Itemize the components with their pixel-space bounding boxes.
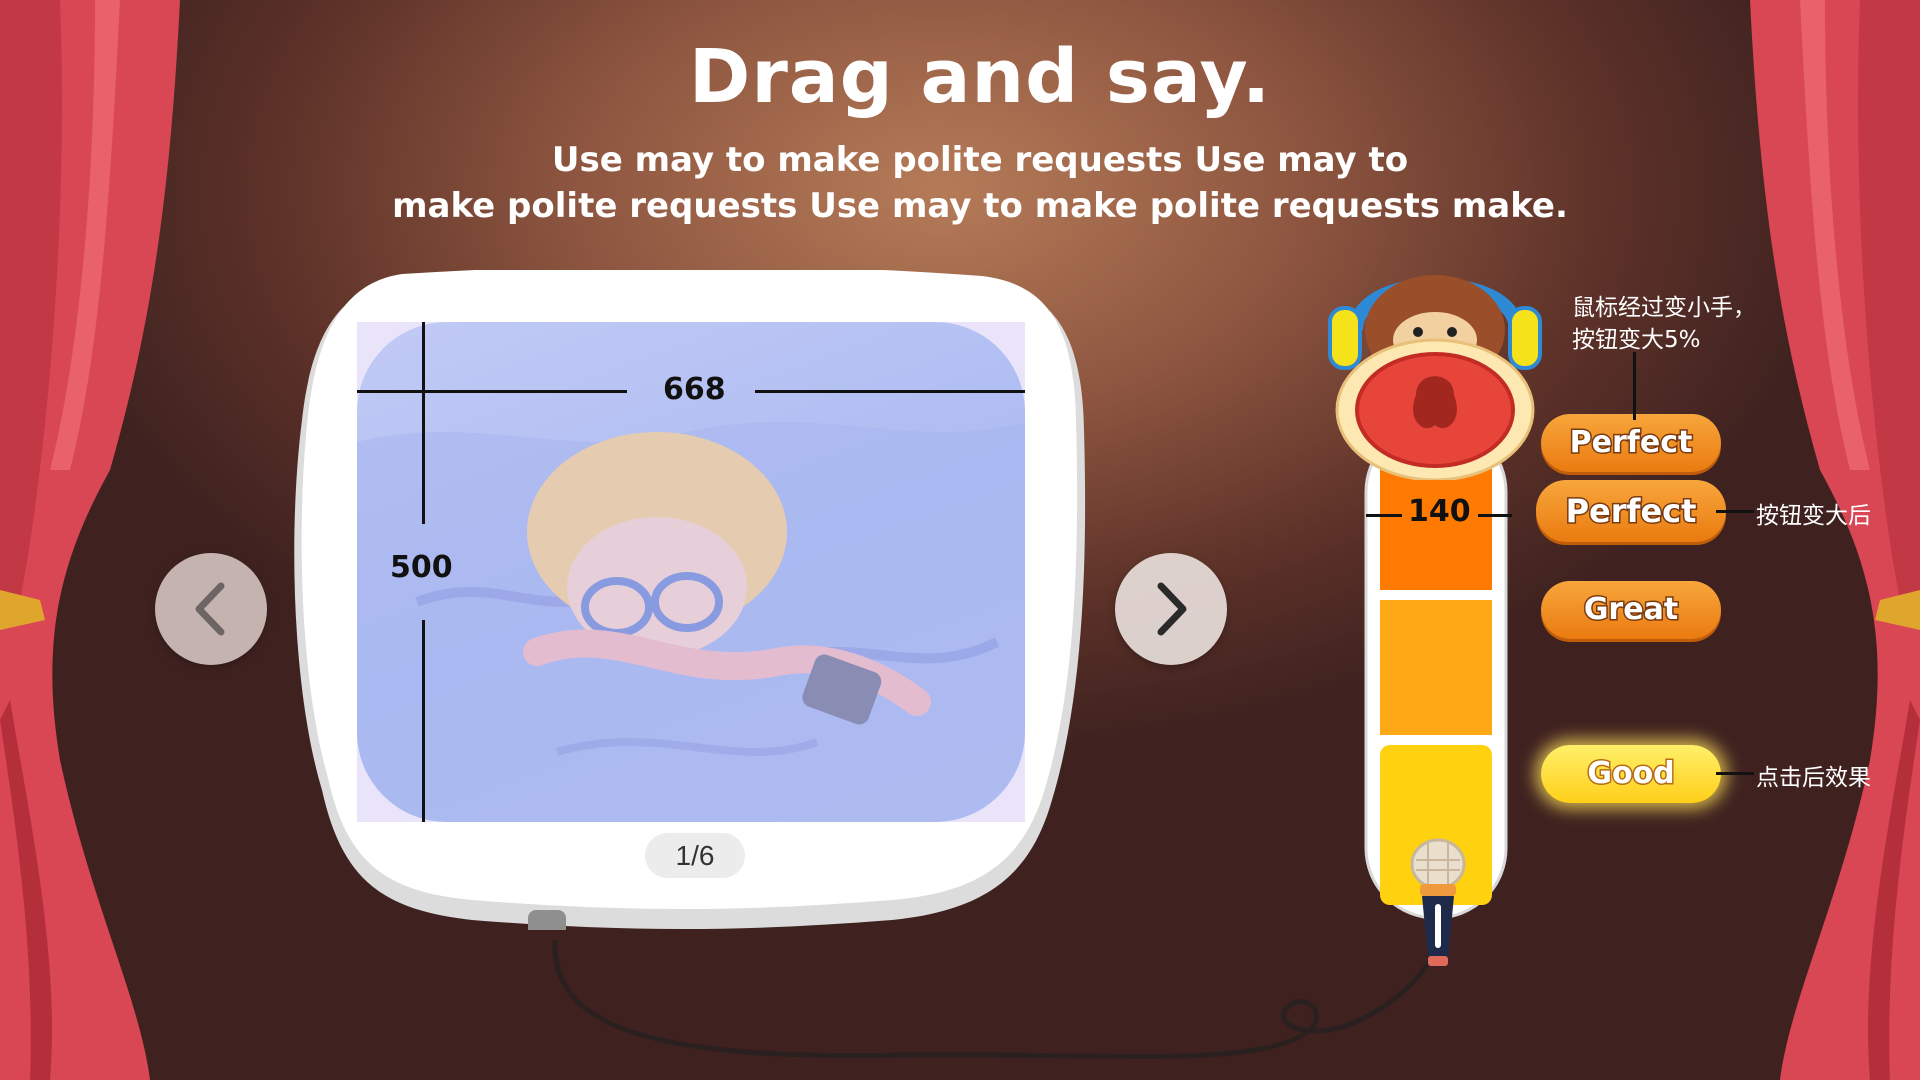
hover-note-connector bbox=[1633, 352, 1636, 420]
chevron-right-icon bbox=[1157, 582, 1187, 636]
great-button[interactable]: Great bbox=[1541, 581, 1721, 639]
page-indicator: 1/6 bbox=[645, 833, 745, 878]
microphone-icon bbox=[1410, 838, 1466, 966]
hover-note-line-2: 按钮变大5% bbox=[1572, 327, 1701, 353]
perfect-button-default-label: Perfect bbox=[1568, 424, 1694, 462]
previous-button[interactable] bbox=[155, 553, 267, 665]
instruction-line-1: Use may to make polite requests Use may … bbox=[551, 140, 1409, 180]
width-dimension-line-right bbox=[755, 390, 1025, 393]
width-dimension-label: 668 bbox=[663, 372, 726, 407]
good-button[interactable]: Good bbox=[1541, 745, 1721, 803]
next-button[interactable] bbox=[1115, 553, 1227, 665]
meter-height-line-left bbox=[1366, 514, 1402, 517]
height-dimension-line-top bbox=[422, 322, 425, 524]
microphone-cable bbox=[552, 930, 1443, 1059]
height-dimension-label: 500 bbox=[390, 550, 453, 585]
game-stage: Drag and say. Use may to make polite req… bbox=[0, 0, 1920, 1080]
page-title: Drag and say. bbox=[688, 34, 1272, 120]
meter-height-label: 140 bbox=[1408, 494, 1471, 529]
enlarged-note-connector bbox=[1716, 510, 1754, 513]
height-dimension-line-bottom bbox=[422, 620, 425, 822]
clicked-note-connector bbox=[1716, 772, 1754, 775]
hover-note-line-1: 鼠标经过变小手， bbox=[1572, 295, 1756, 321]
width-dimension-line-left bbox=[357, 390, 627, 393]
perfect-button-enlarged[interactable]: Perfect bbox=[1536, 480, 1726, 542]
instruction-line-2: make polite requests Use may to make pol… bbox=[392, 186, 1568, 226]
chevron-left-icon bbox=[195, 582, 225, 636]
clicked-note: 点击后效果 bbox=[1756, 765, 1871, 791]
great-button-label: Great bbox=[1582, 591, 1679, 629]
perfect-button-enlarged-label: Perfect bbox=[1564, 491, 1698, 532]
perfect-button-default[interactable]: Perfect bbox=[1541, 414, 1721, 472]
good-button-label: Good bbox=[1586, 755, 1676, 793]
meter-height-line-right bbox=[1478, 514, 1512, 517]
enlarged-note: 按钮变大后 bbox=[1756, 503, 1871, 529]
monkey-mascot-icon bbox=[1328, 275, 1542, 480]
